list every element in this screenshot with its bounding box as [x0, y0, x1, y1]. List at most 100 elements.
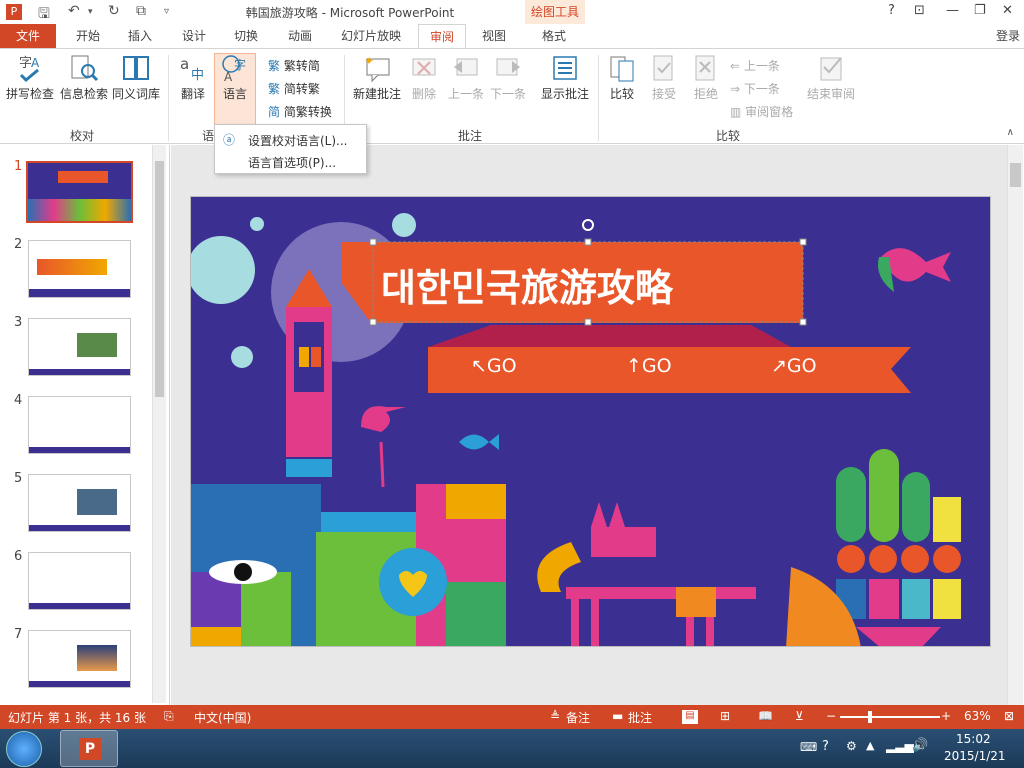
reviewing-pane-button[interactable]: ▥ 审阅窗格 [730, 103, 793, 120]
accept-label: 接受 [651, 87, 676, 101]
tray-expand-icon[interactable]: ▲ [866, 739, 874, 752]
tab-home[interactable]: 开始 [66, 24, 110, 48]
thumb-art [29, 603, 130, 609]
tab-slideshow[interactable]: 幻灯片放映 [334, 24, 408, 48]
translate-button[interactable]: a中 翻译 [174, 53, 212, 102]
help-tray-icon[interactable]: ? [822, 739, 829, 754]
fit-to-window-icon[interactable]: ⊠ [1004, 709, 1014, 723]
thumb-art [29, 447, 130, 453]
clock-time[interactable]: 15:02 [956, 732, 991, 746]
slide-thumbnail-5[interactable] [28, 474, 131, 532]
trad-to-simp-button[interactable]: 繁 繁转简 [268, 57, 320, 74]
show-comments-button[interactable]: 显示批注 [538, 53, 592, 102]
show-comments-icon [553, 56, 577, 80]
thesaurus-button[interactable]: 同义词库 [110, 53, 162, 102]
next-change-label: 下一条 [743, 82, 780, 96]
tab-review[interactable]: 审阅 [418, 24, 466, 49]
spelling-status-icon[interactable]: ⎘ [164, 709, 174, 724]
svg-text:A: A [31, 56, 40, 70]
simp-to-trad-button[interactable]: 繁 简转繁 [268, 80, 320, 97]
slide-scroll-thumb[interactable] [1010, 163, 1021, 187]
slide-thumbnail-7[interactable] [28, 630, 131, 688]
zoom-out-icon[interactable]: − [826, 709, 836, 723]
language-button[interactable]: 字A 语言 [215, 53, 255, 102]
next-change-button[interactable]: ⇒ 下一条 [730, 80, 780, 97]
language-icon: 字A [222, 55, 246, 83]
proofing-language-icon: ⓐ [223, 133, 236, 147]
zoom-in-icon[interactable]: + [941, 709, 951, 723]
window-title: 韩国旅游攻略 - Microsoft PowerPoint [245, 6, 455, 20]
ime-icon[interactable]: ⚙ [846, 739, 857, 753]
accept-icon [653, 55, 673, 81]
restore-icon[interactable]: ❐ [974, 3, 986, 18]
next-comment-button[interactable]: 下一条 [488, 53, 528, 102]
new-comment-label: 新建批注 [352, 87, 401, 101]
accept-button[interactable]: 接受 [646, 53, 682, 102]
slideshow-view-icon[interactable]: ⊻ [795, 709, 804, 723]
keyboard-icon[interactable]: ⌨ [800, 740, 817, 754]
tab-insert[interactable]: 插入 [118, 24, 162, 48]
tab-transitions[interactable]: 切换 [224, 24, 268, 48]
compare-icon [610, 56, 634, 82]
delete-comment-button[interactable]: 删除 [406, 53, 442, 102]
windows-taskbar: P ⌨ ? ⚙ ▲ ▂▃▅ 🔊 15:02 2015/1/21 [0, 729, 1024, 768]
minimize-icon[interactable]: — [946, 3, 959, 18]
tab-format[interactable]: 格式 [530, 24, 578, 48]
start-button-icon[interactable] [6, 731, 42, 767]
network-icon[interactable]: ▂▃▅ [886, 739, 914, 753]
normal-view-icon[interactable]: ▤ [682, 710, 698, 724]
slide-thumbnail-4[interactable] [28, 396, 131, 454]
zoom-slider-thumb[interactable] [868, 711, 872, 723]
research-label: 信息检索 [59, 87, 108, 101]
volume-icon[interactable]: 🔊 [912, 738, 928, 753]
language-status[interactable]: 中文(中国) [194, 709, 251, 726]
new-comment-icon: ✦ [364, 54, 390, 83]
thumbnails-scroll-thumb[interactable] [155, 161, 164, 397]
compare-button[interactable]: 比较 [604, 53, 640, 102]
slide-title[interactable]: 대한민국旅游攻略 [381, 257, 673, 312]
taskbar-powerpoint-button[interactable]: P [60, 730, 118, 767]
zoom-level[interactable]: 63% [964, 709, 991, 723]
spell-check-button[interactable]: 字A 拼写检查 [4, 53, 56, 102]
sign-in-link[interactable]: 登录 [996, 24, 1020, 48]
slide-thumbnail-2[interactable] [28, 240, 131, 298]
collapse-ribbon-icon[interactable]: ∧ [1007, 127, 1014, 138]
clock-date[interactable]: 2015/1/21 [944, 749, 1006, 763]
menu-item-language-preferences[interactable]: 语言首选项(P)... [220, 151, 363, 171]
slide-go-label-2: ↑GO [626, 355, 672, 377]
trad-to-simp-label: 繁转简 [283, 59, 320, 73]
language-dropdown-menu: ⓐ 设置校对语言(L)... 语言首选项(P)... [214, 124, 367, 174]
ribbon-separator [598, 55, 599, 141]
reading-view-icon[interactable]: 📖 [758, 709, 773, 723]
previous-comment-button[interactable]: 上一条 [446, 53, 486, 102]
tab-design[interactable]: 设计 [172, 24, 216, 48]
slide-thumbnail-3[interactable] [28, 318, 131, 376]
slide-thumbnail-6[interactable] [28, 552, 131, 610]
thumbnails-scrollbar[interactable] [152, 145, 166, 703]
comments-group-label: 批注 [458, 129, 483, 143]
zoom-slider[interactable] [840, 711, 940, 723]
tab-animations[interactable]: 动画 [278, 24, 322, 48]
tab-file[interactable]: 文件 [0, 24, 56, 48]
previous-change-button[interactable]: ⇐ 上一条 [730, 57, 780, 74]
help-icon[interactable]: ? [888, 3, 895, 18]
slide-sorter-icon[interactable]: ⊞ [720, 709, 730, 723]
tab-view[interactable]: 视图 [472, 24, 516, 48]
chinese-conversion-button[interactable]: 简 简繁转换 [268, 103, 332, 120]
research-button[interactable]: 信息检索 [58, 53, 110, 102]
notes-button[interactable]: 备注 [566, 709, 590, 726]
close-icon[interactable]: ✕ [1002, 3, 1013, 18]
slide-scrollbar[interactable] [1007, 145, 1023, 705]
reject-button[interactable]: 拒绝 [688, 53, 724, 102]
comments-status-button[interactable]: 批注 [628, 709, 652, 726]
ribbon-separator [168, 55, 169, 141]
previous-change-icon: ⇐ [730, 59, 741, 73]
menu-item-proofing-language[interactable]: ⓐ 设置校对语言(L)... [220, 129, 363, 149]
simp-to-trad-icon: 繁 [268, 82, 281, 96]
slide-thumbnail-1[interactable] [26, 161, 133, 223]
ribbon-display-options-icon[interactable]: ⊡ [914, 3, 925, 18]
new-comment-button[interactable]: ✦ 新建批注 [350, 53, 404, 102]
end-review-button[interactable]: 结束审阅 [804, 53, 858, 102]
slide-canvas[interactable]: 대한민국旅游攻略 ↖GO ↑GO ↗GO [190, 196, 991, 647]
research-icon [71, 55, 99, 82]
